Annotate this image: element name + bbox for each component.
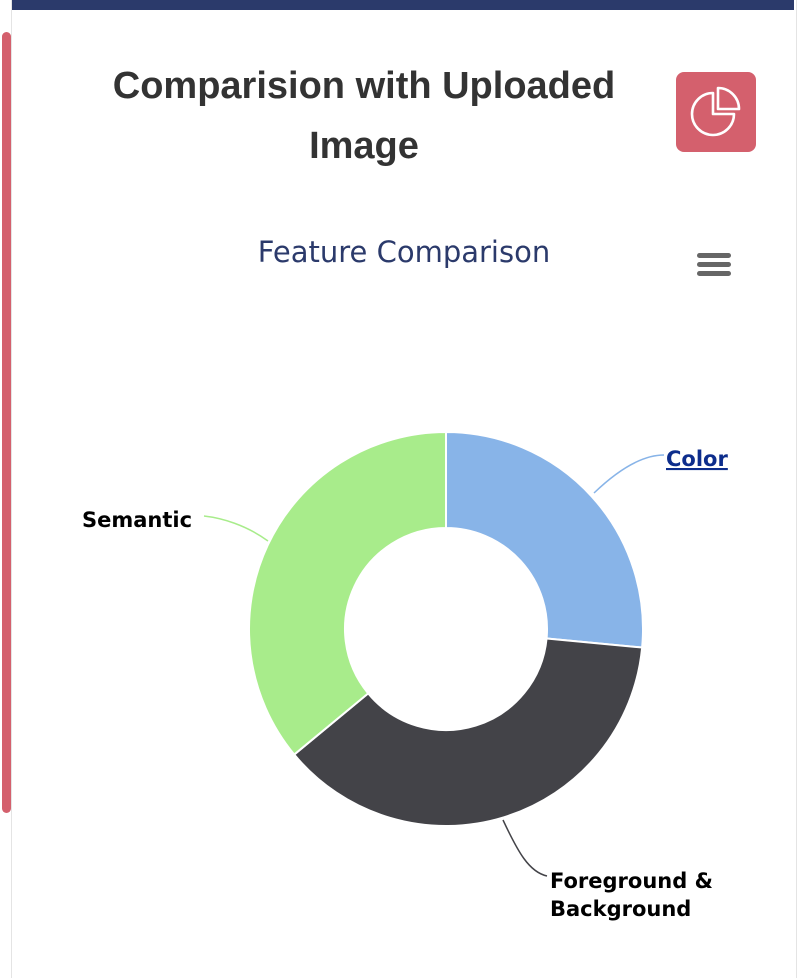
connector-line-semantic [203, 515, 269, 542]
connector-line-color [593, 454, 665, 494]
data-label-semantic: Semantic [82, 508, 192, 532]
data-label-foreground-background: Foreground & Background [550, 869, 713, 921]
data-label-color[interactable]: Color [666, 447, 728, 471]
donut-slice-color[interactable] [445, 430, 644, 649]
chart-context-menu-button[interactable] [692, 244, 736, 284]
donut-slice-semantic[interactable] [248, 430, 447, 756]
chart-title: Feature Comparison [258, 235, 550, 269]
donut-chart: Feature Comparison Color Foreground & Backg… [82, 235, 728, 921]
connector-line-foreground-background [502, 819, 548, 877]
hamburger-menu-icon [697, 253, 731, 276]
